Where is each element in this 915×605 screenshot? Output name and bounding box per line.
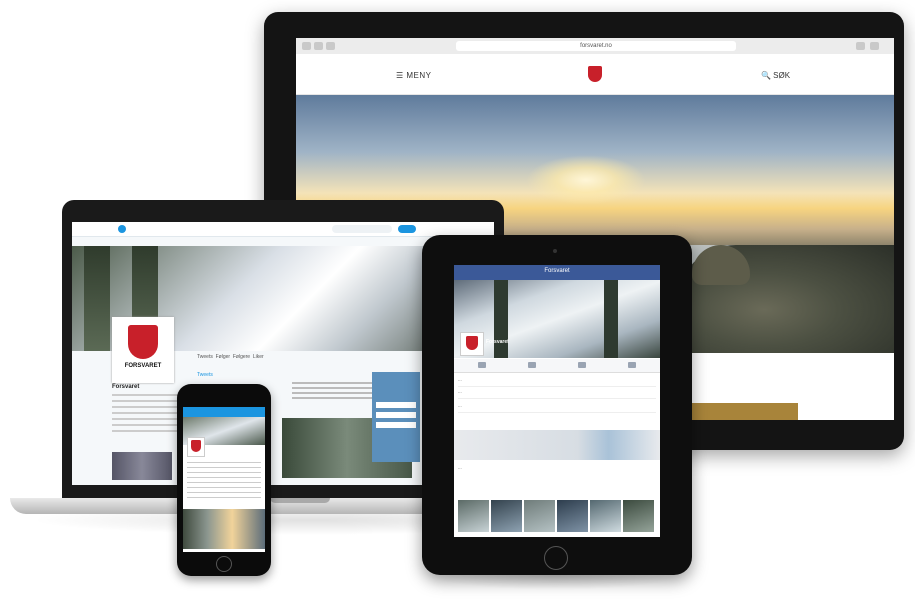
info-row: ... [458,465,462,470]
site-header: ☰ MENY 🔍 SØK [296,54,894,95]
facebook-page-nav [454,359,660,373]
sidebar-icon[interactable] [326,42,335,50]
photo-thumb[interactable] [458,500,489,532]
photo-strip [458,500,656,532]
avatar-wordmark: FORSVARET [124,363,162,369]
search-button[interactable]: 🔍 SØK [761,71,790,80]
facebook-page-name: Forsvaret [486,339,509,345]
photo-thumb[interactable] [590,500,621,532]
photo-thumb[interactable] [623,500,654,532]
cover-tree [604,280,618,358]
tablet-screen: Forsvaret Forsvaret ... ... ... ... [454,265,660,537]
forsvaret-crest-icon [128,325,158,359]
twitter-bird-icon[interactable] [118,225,126,233]
location-map[interactable] [454,430,660,460]
stat-followers[interactable]: Følgere [233,354,250,360]
post-row[interactable]: ... [458,377,656,387]
signup-password-field[interactable] [376,422,416,428]
photo-thumb[interactable] [491,500,522,532]
share-icon[interactable] [856,42,865,50]
message-icon[interactable] [528,362,536,368]
profile-name: Forsvaret [112,384,140,390]
address-bar[interactable]: forsvaret.no [456,41,736,51]
stat-likes[interactable]: Liker [253,354,264,360]
tweet-button[interactable] [398,225,416,233]
cover-tree [494,280,508,358]
share-icon[interactable] [578,362,586,368]
twitter-topbar [72,222,494,237]
photo-thumb[interactable] [524,500,555,532]
tabs-icon[interactable] [870,42,879,50]
facebook-page-title: Forsvaret [544,268,570,274]
profile-avatar[interactable]: FORSVARET [112,317,174,383]
banner-tree [84,246,110,351]
phone-home-button[interactable] [216,556,232,572]
signup-box [372,372,420,462]
profile-stats: Tweets Følger Følgere Liker [197,354,297,360]
forsvaret-logo-icon[interactable] [588,66,602,82]
forsvaret-crest-icon [191,440,201,452]
menu-button[interactable]: ☰ MENY [396,71,432,80]
tab-tweets[interactable]: Tweets [197,372,213,378]
sunset-glow [526,155,646,205]
laptop-notch [270,498,330,503]
gold-banner[interactable] [688,403,798,420]
forsvaret-crest-icon [466,336,478,350]
phone-photo[interactable] [183,509,265,549]
tablet-home-button[interactable] [544,546,568,570]
facebook-topbar: Forsvaret [454,265,660,280]
twitter-search-input[interactable] [332,225,392,233]
phone-app-bar [183,407,265,417]
forward-icon[interactable] [314,42,323,50]
post-row[interactable]: ... [458,389,656,399]
tablet-camera [553,249,557,253]
back-icon[interactable] [302,42,311,50]
signup-name-field[interactable] [376,402,416,408]
more-icon[interactable] [628,362,636,368]
like-icon[interactable] [478,362,486,368]
facebook-cover-image [454,280,660,358]
phone-screen [183,407,265,552]
stat-following[interactable]: Følger [216,354,230,360]
photo-thumb[interactable] [557,500,588,532]
browser-toolbar: forsvaret.no [296,38,894,55]
phone-profile-picture[interactable] [187,437,205,457]
post-row[interactable]: ... [458,403,656,413]
signup-email-field[interactable] [376,412,416,418]
phone-bio [187,462,261,502]
photo-grid[interactable] [112,452,172,480]
stat-tweets[interactable]: Tweets [197,354,213,360]
facebook-profile-picture[interactable] [460,332,484,356]
